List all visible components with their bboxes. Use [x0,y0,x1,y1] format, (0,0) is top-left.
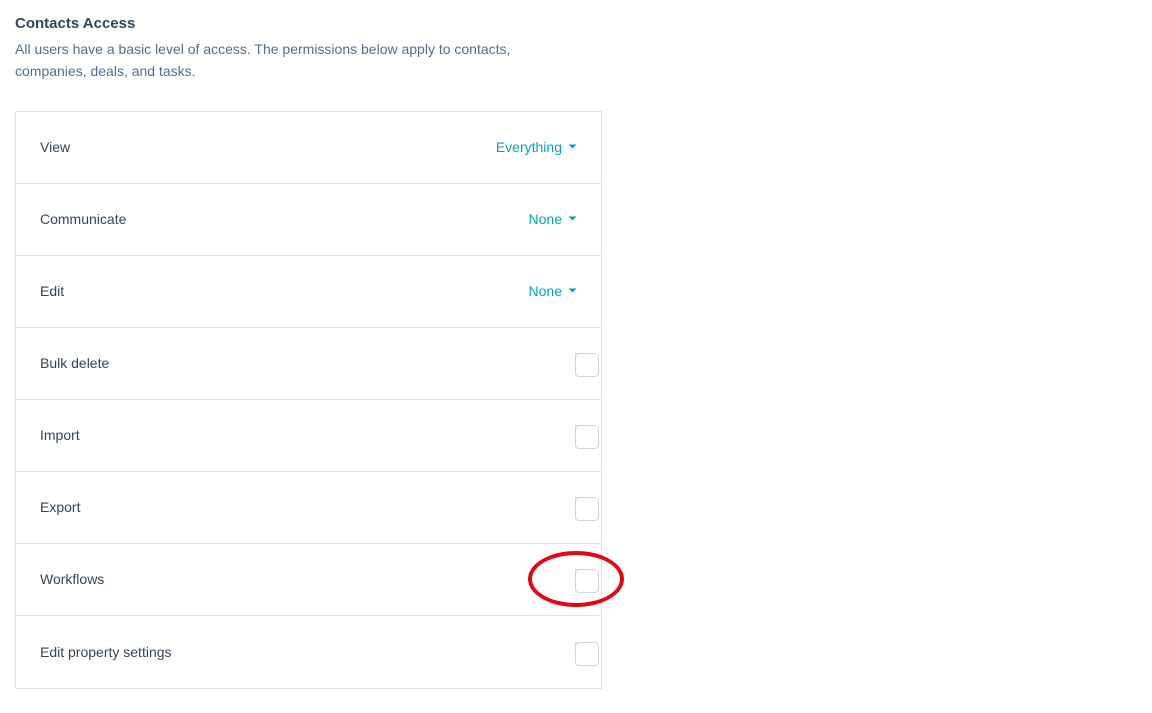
row-label-view: View [40,139,70,155]
section-title: Contacts Access [15,15,1137,32]
toggle-edit-property-settings[interactable] [575,642,577,661]
toggle-import[interactable] [575,425,577,444]
toggle-knob [575,353,599,377]
row-label-edit: Edit [40,283,64,299]
row-export: Export [16,472,601,544]
toggle-knob [575,569,599,593]
row-edit: Edit None [16,256,601,328]
row-label-edit-property-settings: Edit property settings [40,644,172,660]
toggle-knob [575,497,599,521]
row-communicate: Communicate None [16,184,601,256]
row-edit-property-settings: Edit property settings [16,616,601,688]
caret-down-icon [568,288,577,294]
dropdown-value: None [529,211,562,227]
row-label-export: Export [40,499,80,515]
toggle-bulk-delete[interactable] [575,353,577,372]
toggle-knob [575,425,599,449]
settings-table: View Everything Communicate None Edit No… [15,111,602,689]
dropdown-communicate[interactable]: None [529,211,577,227]
row-label-bulk-delete: Bulk delete [40,355,109,371]
row-workflows: Workflows [16,544,601,616]
row-label-communicate: Communicate [40,211,126,227]
dropdown-value: None [529,283,562,299]
caret-down-icon [568,144,577,150]
dropdown-value: Everything [496,139,562,155]
row-label-workflows: Workflows [40,571,104,587]
section-description: All users have a basic level of access. … [15,38,585,83]
contacts-access-section: Contacts Access All users have a basic l… [15,15,1137,689]
toggle-knob [575,642,599,666]
toggle-workflows[interactable] [575,569,577,588]
row-bulk-delete: Bulk delete [16,328,601,400]
row-view: View Everything [16,112,601,184]
row-label-import: Import [40,427,80,443]
dropdown-edit[interactable]: None [529,283,577,299]
toggle-export[interactable] [575,497,577,516]
dropdown-view[interactable]: Everything [496,139,577,155]
caret-down-icon [568,216,577,222]
row-import: Import [16,400,601,472]
